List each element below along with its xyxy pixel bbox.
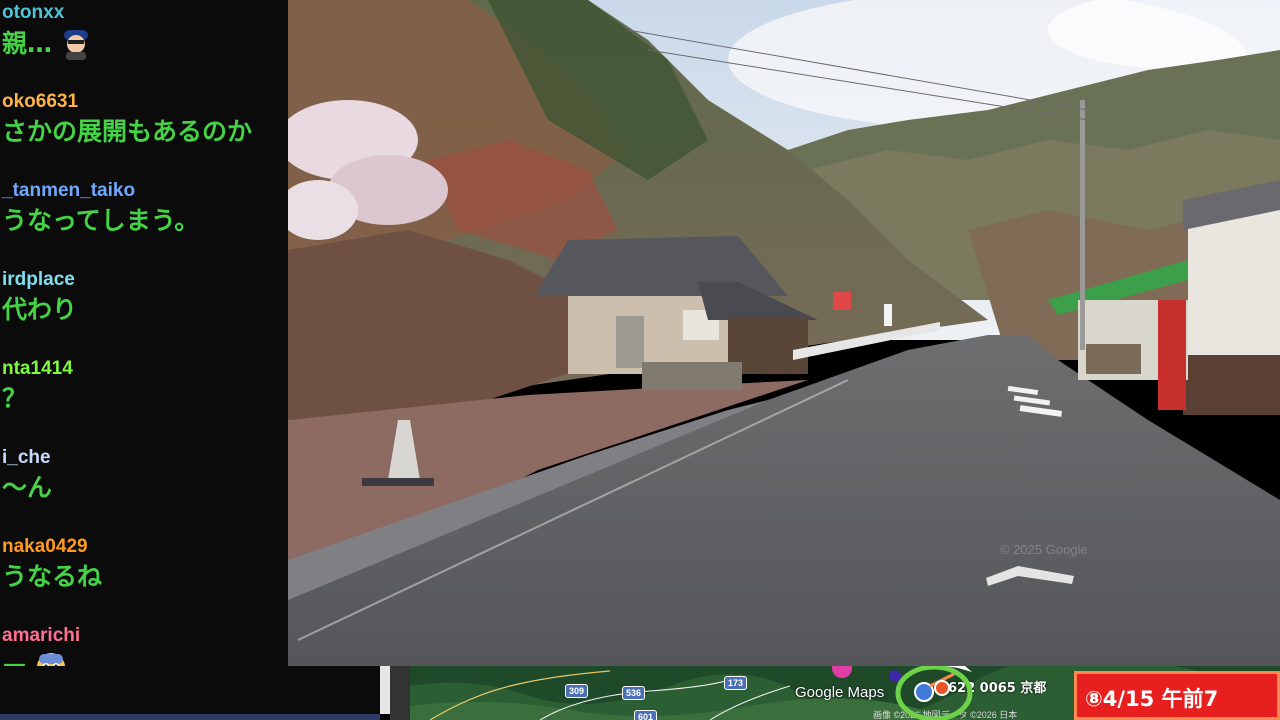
chat-message: oko6631 さかの展開もあるのか (2, 91, 252, 147)
banner-text: ⑧4/15 午前7 (1085, 687, 1219, 711)
chat-username: naka0429 (2, 536, 88, 557)
road-badge: 173 (724, 676, 748, 690)
chat-username: amarichi (2, 625, 81, 646)
chat-username: i_che (2, 447, 51, 468)
street-view-watermark: © 2025 Google (1000, 542, 1088, 557)
chat-text: 〜ん (2, 473, 53, 502)
chat-text: 代わり (2, 295, 78, 324)
chat-message: nta1414 ？ (2, 358, 73, 414)
chat-message: amarichi ー (2, 625, 80, 666)
avatar-emote-icon (64, 30, 89, 60)
chat-text: 親… (2, 29, 53, 58)
chat-username: nta1414 (2, 358, 73, 379)
chat-text: うなってしまう。 (2, 206, 200, 235)
chat-text: ？ (2, 384, 28, 413)
chat-text-row: 親… (2, 28, 92, 60)
chat-bottom-bar (0, 666, 380, 714)
road-badge: 601 (634, 710, 658, 720)
chat-text: ー (2, 652, 27, 666)
chat-text-row: さかの展開もあるのか (2, 117, 252, 147)
chat-text: さかの展開もあるのか (2, 117, 253, 146)
chat-panel: otonxx 親… oko6631 さかの展開もあるのか _tanmen_tai… (0, 0, 288, 666)
chat-text: うなるね (2, 562, 103, 591)
chat-text-row: ー (2, 651, 80, 666)
chat-text-row: ？ (2, 384, 73, 414)
chat-message: naka0429 うなるね (2, 536, 102, 592)
chat-input-edge (0, 714, 380, 720)
chat-username: _tanmen_taiko (2, 180, 136, 201)
fearful-face-icon (37, 653, 65, 666)
road-badge: 536 (622, 686, 646, 700)
chat-message: _tanmen_taiko うなってしまう。 (2, 180, 199, 236)
scrollbar-track[interactable] (390, 666, 410, 720)
chat-username: irdplace (2, 269, 75, 290)
google-maps-label: Google Maps (795, 684, 885, 701)
location-marker-icon (895, 666, 973, 720)
chat-username: oko6631 (2, 91, 79, 112)
chat-text-row: うなってしまう。 (2, 206, 199, 236)
chat-text-row: 〜ん (2, 473, 52, 503)
chat-text-row: うなるね (2, 562, 102, 592)
chat-text-row: 代わり (2, 295, 77, 325)
street-view-panorama[interactable]: © 2025 Google (288, 0, 1280, 666)
chat-scrollbar[interactable] (380, 666, 390, 714)
episode-banner: ⑧4/15 午前7 (1074, 671, 1280, 720)
chat-username: otonxx (2, 2, 65, 23)
road-badge: 309 (565, 684, 589, 698)
chat-message: otonxx 親… (2, 2, 92, 60)
street-scene (288, 0, 1280, 666)
chat-message: i_che 〜ん (2, 447, 52, 503)
chat-message: irdplace 代わり (2, 269, 77, 325)
